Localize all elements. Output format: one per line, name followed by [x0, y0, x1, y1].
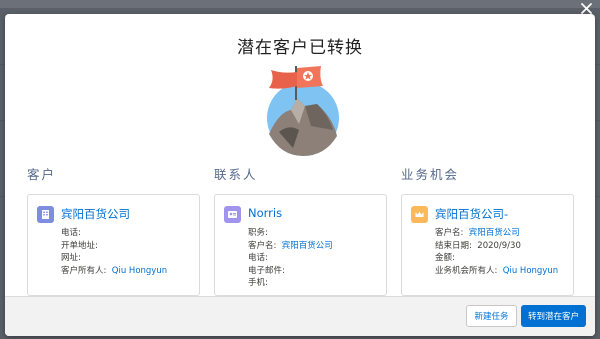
field-row: 电话:	[61, 227, 167, 240]
account-name-link[interactable]: 宾阳百货公司	[61, 206, 130, 222]
contact-fields: 职务: 客户名: 宾阳百货公司 电话: 电子邮件: 手机:	[248, 227, 333, 290]
opportunity-crown-icon	[411, 206, 428, 223]
close-icon	[580, 2, 592, 14]
field-label: 结束日期:	[435, 240, 472, 251]
field-label: 客户所有人:	[61, 265, 107, 276]
account-owner-link[interactable]: Qiu Hongyun	[112, 266, 167, 276]
contact-column: 联系人 Norris 职务: 客户名: 宾阳百货公司 电话: 电子邮件: 手机:	[214, 164, 387, 296]
account-icon	[37, 206, 54, 223]
modal-footer: 新建任务 转到潜在客户	[5, 296, 595, 336]
contact-name-link[interactable]: Norris	[248, 206, 282, 220]
field-row: 金额:	[435, 252, 558, 265]
field-label: 网址:	[61, 253, 81, 263]
field-row: 开单地址:	[61, 240, 167, 253]
field-label: 客户名:	[248, 240, 277, 251]
field-label: 客户名:	[435, 228, 464, 238]
field-label: 业务机会所有人:	[435, 265, 498, 276]
field-row: 结束日期: 2020/9/30	[435, 240, 558, 253]
opportunity-name-link[interactable]: 宾阳百货公司-	[435, 206, 508, 222]
background-header	[0, 0, 600, 8]
field-row: 电子邮件:	[248, 265, 333, 278]
contact-heading: 联系人	[214, 167, 258, 182]
opportunity-fields: 客户名: 宾阳百货公司 结束日期: 2020/9/30 金额: 业务机会所有人:…	[435, 227, 558, 277]
account-column: 客户 宾阳百货公司 电话: 开单地址: 网址: 客户所有人: Qiu Hongy…	[27, 164, 200, 296]
account-heading: 客户	[27, 167, 57, 182]
lead-converted-modal: 潜在客户已转换 客户 宾阳百货公司 电话: 开单地址: 网址: 客户所有人: Q…	[5, 14, 595, 336]
field-row: 电话:	[248, 252, 333, 265]
field-row: 网址:	[61, 252, 167, 265]
field-label: 电话:	[61, 228, 81, 238]
field-label: 职务:	[248, 228, 268, 238]
modal-title: 潜在客户已转换	[237, 38, 363, 58]
field-label: 电子邮件:	[248, 265, 285, 276]
field-label: 开单地址:	[61, 240, 98, 251]
field-row: 手机:	[248, 277, 333, 290]
account-fields: 电话: 开单地址: 网址: 客户所有人: Qiu Hongyun	[61, 227, 167, 277]
field-row: 客户名: 宾阳百货公司	[435, 227, 558, 240]
opportunity-card: 宾阳百货公司- 客户名: 宾阳百货公司 结束日期: 2020/9/30 金额: …	[401, 194, 574, 296]
opportunity-heading: 业务机会	[401, 167, 460, 182]
field-label: 手机:	[248, 278, 268, 288]
field-row: 客户所有人: Qiu Hongyun	[61, 265, 167, 278]
contact-account-link[interactable]: 宾阳百货公司	[282, 241, 333, 251]
field-row: 客户名: 宾阳百货公司	[248, 240, 333, 253]
field-row: 职务:	[248, 227, 333, 240]
contact-icon	[224, 206, 241, 223]
opportunity-column: 业务机会 宾阳百货公司- 客户名: 宾阳百货公司 结束日期: 2020/9/30…	[401, 164, 574, 296]
account-card: 宾阳百货公司 电话: 开单地址: 网址: 客户所有人: Qiu Hongyun	[27, 194, 200, 296]
field-label: 电话:	[248, 253, 268, 263]
converted-records: 客户 宾阳百货公司 电话: 开单地址: 网址: 客户所有人: Qiu Hongy…	[27, 164, 577, 296]
close-date-value: 2020/9/30	[477, 240, 521, 251]
field-label: 金额:	[435, 253, 455, 263]
success-flag-illustration	[267, 66, 339, 156]
field-row: 业务机会所有人: Qiu Hongyun	[435, 265, 558, 278]
opportunity-account-link[interactable]: 宾阳百货公司	[469, 228, 520, 238]
opportunity-owner-link[interactable]: Qiu Hongyun	[503, 266, 558, 276]
go-to-leads-button[interactable]: 转到潜在客户	[521, 305, 586, 327]
new-task-button[interactable]: 新建任务	[466, 305, 517, 327]
contact-card: Norris 职务: 客户名: 宾阳百货公司 电话: 电子邮件: 手机:	[214, 194, 387, 296]
